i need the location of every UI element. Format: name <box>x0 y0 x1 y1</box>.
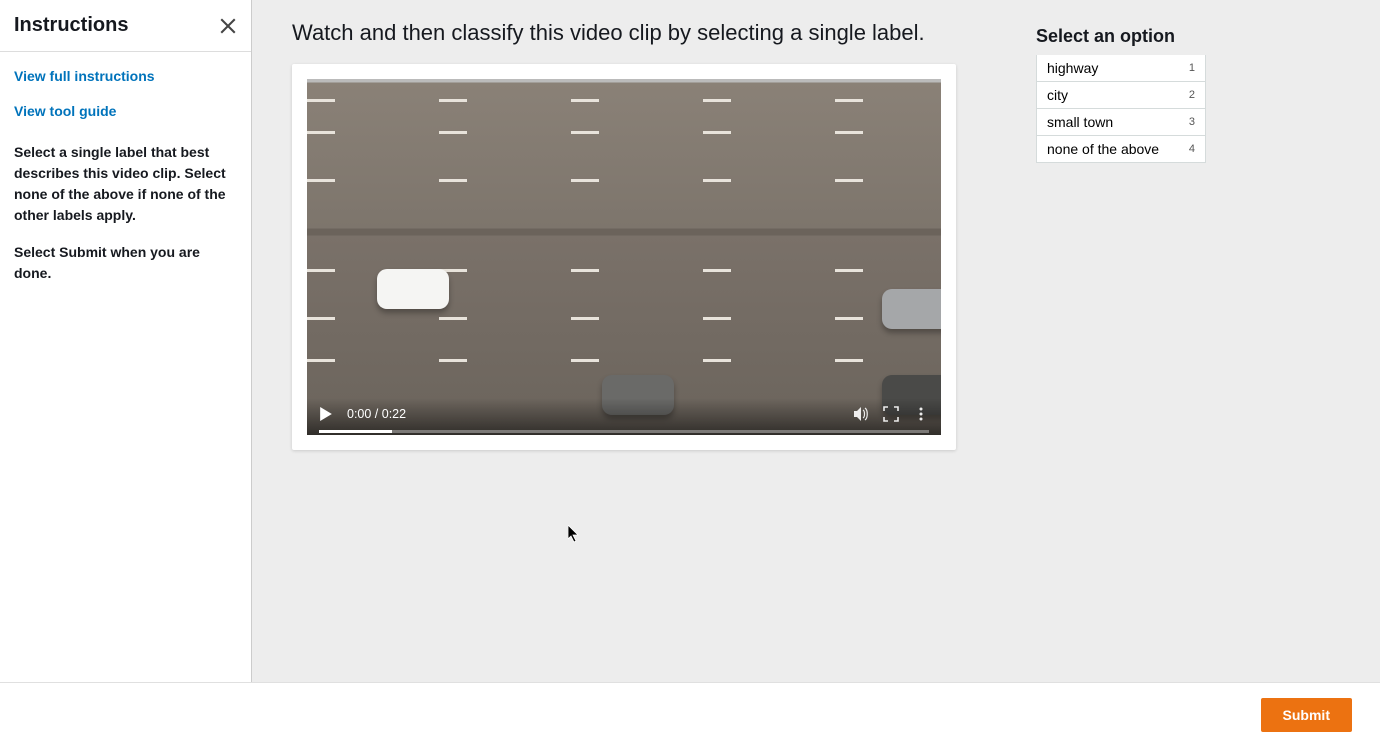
link-full-instructions[interactable]: View full instructions <box>14 66 237 87</box>
submit-button[interactable]: Submit <box>1261 698 1352 732</box>
progress-fill <box>319 430 392 433</box>
video-content <box>307 79 941 435</box>
option-label: small town <box>1047 114 1113 130</box>
play-icon[interactable] <box>319 407 333 421</box>
fullscreen-icon[interactable] <box>883 406 899 422</box>
more-icon[interactable] <box>913 406 929 422</box>
main-area: Watch and then classify this video clip … <box>252 0 1380 682</box>
options-panel: Select an option highway 1 city 2 small … <box>1036 26 1206 163</box>
sidebar-title: Instructions <box>14 14 128 37</box>
video-player[interactable]: 0:00 / 0:22 <box>307 79 941 435</box>
option-key: 4 <box>1189 143 1195 155</box>
task-heading: Watch and then classify this video clip … <box>292 20 956 46</box>
option-highway[interactable]: highway 1 <box>1036 55 1206 82</box>
progress-bar[interactable] <box>319 430 929 433</box>
link-tool-guide[interactable]: View tool guide <box>14 101 237 122</box>
option-city[interactable]: city 2 <box>1036 82 1206 109</box>
option-label: highway <box>1047 60 1098 76</box>
video-container: 0:00 / 0:22 <box>292 64 956 450</box>
instructions-sidebar: Instructions View full instructions View… <box>0 0 252 682</box>
sidebar-header: Instructions <box>0 0 251 52</box>
option-none[interactable]: none of the above 4 <box>1036 136 1206 163</box>
footer: Submit <box>0 682 1380 747</box>
option-key: 1 <box>1189 62 1195 74</box>
option-label: city <box>1047 87 1068 103</box>
option-label: none of the above <box>1047 141 1159 157</box>
option-key: 3 <box>1189 116 1195 128</box>
close-icon[interactable] <box>219 17 237 35</box>
options-title: Select an option <box>1036 26 1206 47</box>
video-time: 0:00 / 0:22 <box>347 407 406 421</box>
option-small-town[interactable]: small town 3 <box>1036 109 1206 136</box>
instruction-text-1: Select a single label that best describe… <box>14 142 237 226</box>
video-controls: 0:00 / 0:22 <box>307 398 941 435</box>
volume-icon[interactable] <box>853 406 869 422</box>
option-key: 2 <box>1189 89 1195 101</box>
instruction-text-2: Select Submit when you are done. <box>14 242 237 284</box>
